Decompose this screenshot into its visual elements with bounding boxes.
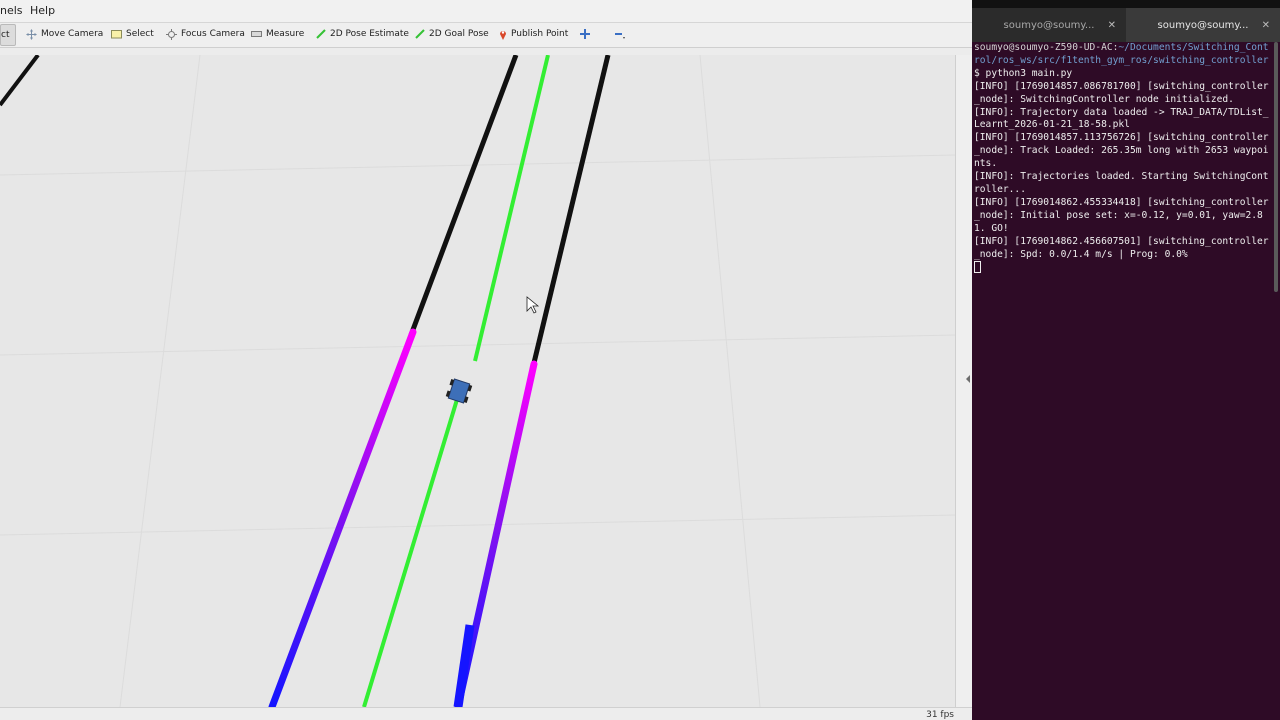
measure-icon [251,31,262,37]
prompt-user: soumyo@soumyo-Z590-UD-AC: [974,42,1119,53]
measure-label: Measure [266,29,305,39]
publish-point-button[interactable]: Publish Point [499,23,568,45]
interact-tool-label: ct [1,30,10,40]
pose-estimate-label: 2D Pose Estimate [330,29,409,39]
log-line: [INFO] [1769014857.113756726] [switching… [974,132,1269,170]
interact-tool-button[interactable]: ct [0,24,17,46]
map-pin-icon [500,30,506,40]
terminal-output[interactable]: soumyo@soumyo-Z590-UD-AC:~/Documents/Swi… [974,42,1274,277]
plus-crosshair-icon [580,29,590,39]
select-icon [111,30,122,39]
terminal-scrollbar[interactable] [1274,42,1278,292]
panel-collapse-arrow-icon[interactable] [966,375,970,383]
pose-estimate-button[interactable]: 2D Pose Estimate [316,23,409,45]
log-line: [INFO]: Trajectory data loaded -> TRAJ_D… [974,106,1269,131]
terminal-tab-1[interactable]: soumyo@soumy... ✕ [972,8,1126,42]
pose-estimate-arrow-icon [316,29,326,39]
focus-camera-label: Focus Camera [181,29,245,39]
measure-button[interactable]: Measure [251,23,304,45]
log-line: [INFO] [1769014857.086781700] [switching… [974,80,1269,105]
terminal-tab-bar: soumyo@soumy... ✕ soumyo@soumy... ✕ [972,8,1280,42]
tool-bar: ct Move Camera Select Focus Camera Measu… [0,23,972,48]
prompt-command: $ python3 main.py [974,67,1073,79]
remove-tool-button[interactable] [614,23,626,45]
menu-bar: nels Help [0,0,972,23]
close-icon[interactable]: ✕ [1108,20,1116,31]
fps-readout: 31 fps [926,710,954,720]
goal-pose-button[interactable]: 2D Goal Pose [415,23,489,45]
rviz-window: nels Help ct Move Camera Select Focus Ca… [0,0,972,720]
add-tool-button[interactable] [580,23,590,45]
terminal-tab-2[interactable]: soumyo@soumy... ✕ [1126,8,1280,42]
minus-icon [615,33,625,39]
terminal-titlebar [972,0,1280,8]
publish-point-label: Publish Point [511,29,569,39]
terminal-tab-2-label: soumyo@soumy... [1157,19,1249,31]
move-camera-button[interactable]: Move Camera [26,23,103,45]
select-label: Select [126,29,154,39]
log-line: [INFO] [1769014862.455334418] [switching… [974,196,1269,234]
text-cursor [974,261,981,274]
select-button[interactable]: Select [111,23,154,45]
track-scene [0,55,955,707]
move-camera-icon [26,28,37,40]
terminal-tab-1-label: soumyo@soumy... [1003,19,1095,31]
goal-pose-label: 2D Goal Pose [429,29,489,39]
move-camera-label: Move Camera [41,29,104,39]
focus-camera-icon [166,28,177,40]
goal-pose-arrow-icon [415,29,425,39]
log-line: [INFO]: Trajectories loaded. Starting Sw… [974,171,1269,195]
status-bar: 31 fps [0,707,972,720]
menu-help[interactable]: Help [30,4,55,17]
menu-panels[interactable]: nels [0,4,23,17]
close-icon[interactable]: ✕ [1262,20,1270,31]
log-line: [INFO] [1769014862.456607501] [switching… [974,235,1269,260]
focus-camera-button[interactable]: Focus Camera [166,23,245,45]
terminal-window: soumyo@soumy... ✕ soumyo@soumy... ✕ soum… [972,0,1280,720]
3d-render-viewport[interactable] [0,55,955,707]
